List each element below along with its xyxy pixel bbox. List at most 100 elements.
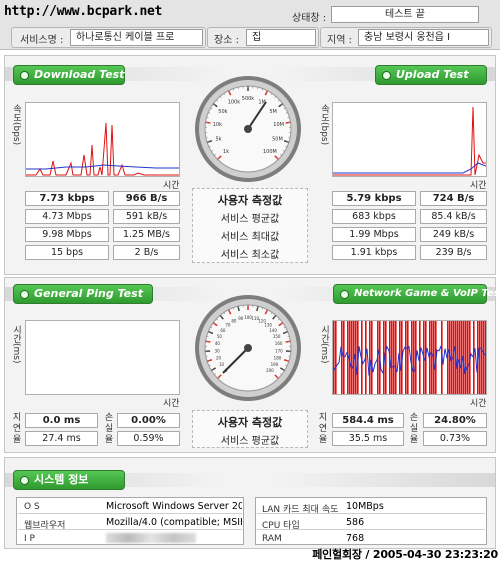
upload-graph-xlabel: 시간 bbox=[470, 181, 487, 191]
game-graph-ylabel: 시간(ms) bbox=[319, 325, 329, 364]
download-bytes-cell: 966 B/s bbox=[113, 191, 180, 206]
speed-row-label: 서비스 최소값 bbox=[220, 250, 280, 261]
network-game-voip-test-label: Network Game & VoIP Test bbox=[354, 288, 500, 299]
upload-bps-cell: 683 kbps bbox=[332, 209, 416, 224]
game-loss-bar bbox=[467, 321, 469, 394]
speed-row-label: 서비스 최대값 bbox=[220, 232, 280, 243]
ip-label: I P bbox=[24, 534, 35, 544]
gauge-tick-label: 100M bbox=[263, 149, 277, 155]
general-ping-test-button[interactable]: General Ping Test bbox=[13, 284, 153, 304]
ram-value: 768 bbox=[346, 533, 365, 544]
download-bps-cell: 4.73 Mbps bbox=[25, 209, 109, 224]
game-loss-bar bbox=[457, 321, 459, 394]
service-label: 서비스명 : bbox=[20, 35, 64, 46]
cpu-type-value: 586 bbox=[346, 517, 365, 528]
gauge-tick-label: 50M bbox=[272, 137, 283, 143]
region-label: 지역 : bbox=[327, 35, 352, 46]
game-loss-bar bbox=[479, 321, 481, 394]
upload-graph bbox=[332, 102, 487, 177]
game-loss-bar bbox=[391, 321, 393, 394]
download-test-label: Download Test bbox=[34, 68, 125, 81]
status-field: 테스트 끝 bbox=[331, 6, 479, 23]
speed-gauge: 1k5k10k50k100k500k1M5M10M50M100M bbox=[195, 76, 301, 182]
gauge-tick-label: 90 bbox=[238, 316, 244, 321]
ping-row-label: 사용자 측정값 bbox=[217, 416, 283, 429]
gauge-tick-label: 140 bbox=[269, 328, 277, 333]
upload-bytes-cell: 239 B/s bbox=[420, 245, 487, 260]
gauge-tick-label: 30 bbox=[215, 348, 221, 353]
button-dot-icon bbox=[20, 476, 29, 485]
download-bps-cell: 15 bps bbox=[25, 245, 109, 260]
game-delay-cell: 584.4 ms bbox=[332, 413, 404, 428]
game-loss-bar bbox=[429, 321, 431, 394]
gauge-tick-label: 50k bbox=[218, 109, 227, 115]
download-graph bbox=[25, 102, 180, 177]
game-loss-bar bbox=[335, 321, 337, 394]
browser-value: Mozilla/4.0 (compatible; MSIE bbox=[106, 517, 242, 528]
gauge-tick-label: 170 bbox=[275, 348, 283, 353]
game-loss-bar bbox=[485, 321, 487, 394]
game-loss-bar bbox=[351, 321, 353, 394]
button-dot-icon bbox=[20, 71, 29, 80]
download-graph-xlabel: 시간 bbox=[163, 181, 180, 191]
game-loss-bar bbox=[385, 321, 387, 394]
speed-row-label: 사용자 측정값 bbox=[217, 194, 283, 207]
game-graph bbox=[332, 320, 487, 395]
service-name-field[interactable]: 하나로통신 케이블 프로 bbox=[70, 29, 203, 46]
gauge-tick-label: 160 bbox=[275, 341, 283, 346]
game-loss-bar bbox=[411, 321, 413, 394]
game-loss-bar bbox=[393, 321, 395, 394]
gauge-tick-label: 60 bbox=[220, 328, 226, 333]
ping-graph bbox=[25, 320, 180, 395]
gauge-tick-label: 200 bbox=[266, 368, 274, 373]
ping-delay-label: 지연율 bbox=[12, 413, 22, 445]
row-divider bbox=[18, 513, 242, 514]
network-game-voip-test-button[interactable]: Network Game & VoIP Test bbox=[333, 284, 500, 304]
ram-label: RAM bbox=[262, 534, 282, 544]
game-loss-bar bbox=[333, 321, 335, 394]
gauge-tick-label: 150 bbox=[273, 334, 281, 339]
download-graph-ylabel: 속도(bps) bbox=[11, 104, 21, 146]
download-bps-cell: 7.73 kbps bbox=[25, 191, 109, 206]
os-value: Microsoft Windows Server 20 bbox=[106, 501, 242, 512]
game-graph-xlabel: 시간 bbox=[470, 399, 487, 409]
download-test-button[interactable]: Download Test bbox=[13, 65, 125, 85]
download-bytes-cell: 591 kB/s bbox=[113, 209, 180, 224]
game-loss-bar bbox=[413, 321, 415, 394]
lan-speed-value: 10MBps bbox=[346, 501, 384, 512]
gauge-tick-label: 5M bbox=[269, 109, 277, 115]
upload-bytes-cell: 724 B/s bbox=[420, 191, 487, 206]
ping-loss-cell: 0.59% bbox=[117, 431, 180, 446]
gauge-tick-label: 80 bbox=[231, 318, 237, 323]
download-bytes-cell: 2 B/s bbox=[113, 245, 180, 260]
ping-delay-cell: 27.4 ms bbox=[25, 431, 98, 446]
ping-delay-cell: 0.0 ms bbox=[25, 413, 98, 428]
speed-row-label: 서비스 평균값 bbox=[220, 214, 280, 225]
region-field[interactable]: 충남 보령시 웅천읍 I bbox=[358, 29, 489, 46]
system-info-label: 시스템 정보 bbox=[34, 473, 89, 486]
game-loss-bar bbox=[459, 321, 461, 394]
game-loss-bar bbox=[371, 321, 373, 394]
download-bps-cell: 9.98 Mbps bbox=[25, 227, 109, 242]
upload-bps-cell: 1.91 kbps bbox=[332, 245, 416, 260]
button-dot-icon bbox=[340, 290, 349, 299]
upload-bytes-cell: 249 kB/s bbox=[420, 227, 487, 242]
game-loss-bar bbox=[465, 321, 467, 394]
game-loss-bar bbox=[483, 321, 485, 394]
system-info-button[interactable]: 시스템 정보 bbox=[13, 470, 125, 490]
row-divider bbox=[18, 529, 242, 530]
place-field[interactable]: 집 bbox=[246, 29, 316, 46]
gauge-tick-label: 5k bbox=[215, 137, 221, 143]
game-loss-bar bbox=[431, 321, 433, 394]
ping-loss-cell: 0.00% bbox=[117, 413, 180, 428]
game-loss-bar bbox=[405, 321, 407, 394]
gauge-tick-label: 190 bbox=[271, 362, 279, 367]
upload-graph-ylabel: 속도(bps) bbox=[319, 104, 329, 146]
button-dot-icon bbox=[382, 71, 391, 80]
upload-test-button[interactable]: Upload Test bbox=[375, 65, 487, 85]
gauge-tick-label: 10k bbox=[213, 122, 222, 128]
gauge-tick-label: 50 bbox=[217, 334, 223, 339]
game-loss-bar bbox=[343, 321, 345, 394]
gauge-tick-label: 500k bbox=[242, 96, 255, 102]
gauge-tick-label: 70 bbox=[225, 322, 231, 327]
